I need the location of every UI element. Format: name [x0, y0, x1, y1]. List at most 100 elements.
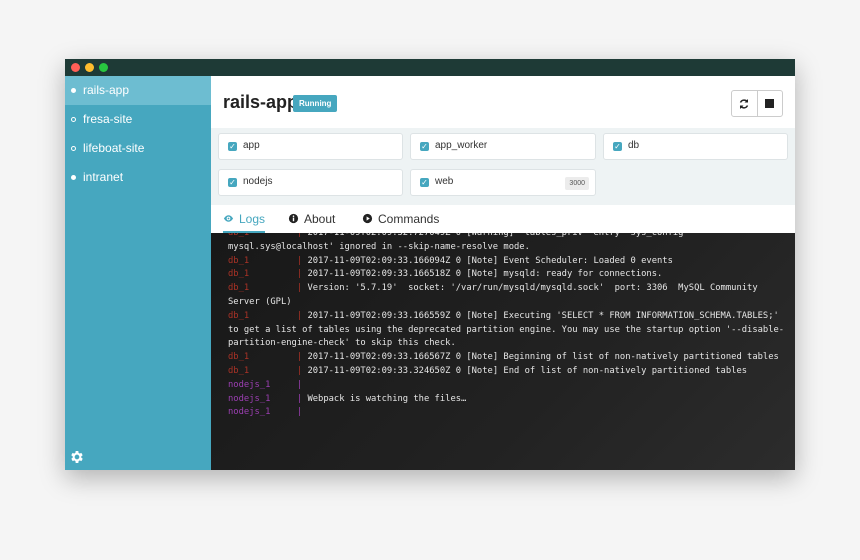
play-icon [362, 213, 373, 224]
log-separator: | [296, 283, 303, 294]
service-label: db [628, 140, 640, 151]
log-separator: | [296, 269, 303, 280]
checkbox-checked-icon[interactable]: ✓ [420, 142, 429, 151]
log-source: nodejs_1 [228, 379, 271, 390]
log-source: nodejs_1 [228, 393, 271, 404]
log-padding [249, 269, 297, 279]
log-message: 2017-11-09T02:09:33.324650Z 0 [Note] End… [307, 365, 748, 376]
log-separator: | [296, 365, 303, 376]
status-dot [71, 117, 76, 122]
log-padding [249, 256, 297, 266]
log-line: db_1 | 2017-11-09T02:09:32.727049Z 0 [Wa… [228, 233, 785, 255]
sidebar-item-lifeboat-site[interactable]: lifeboat-site [65, 134, 211, 163]
restart-icon [740, 98, 749, 109]
checkbox-checked-icon[interactable]: ✓ [613, 142, 622, 151]
status-dot [71, 146, 76, 151]
service-label: nodejs [243, 176, 273, 187]
service-label: app [243, 140, 260, 151]
log-separator: | [296, 233, 303, 238]
log-padding [270, 380, 296, 390]
close-window-button[interactable] [71, 63, 80, 72]
sidebar-item-label: fresa-site [83, 112, 133, 126]
checkbox-checked-icon[interactable]: ✓ [420, 178, 429, 187]
page-title: rails-app [223, 92, 299, 112]
log-message: 2017-11-09T02:09:33.166559Z 0 [Note] Exe… [228, 310, 785, 349]
log-line: nodejs_1 | Webpack is watching the files… [228, 393, 785, 407]
log-message: 2017-11-09T02:09:33.166518Z 0 [Note] mys… [307, 269, 663, 280]
log-source: db_1 [228, 310, 250, 321]
log-line: db_1 | 2017-11-09T02:09:33.324650Z 0 [No… [228, 365, 785, 379]
log-separator: | [296, 407, 303, 418]
log-separator: | [296, 255, 303, 266]
services-panel: ✓ app ✓ app_worker ✓ db ✓ nodejs ✓ web 3… [211, 128, 795, 205]
log-separator: | [296, 310, 303, 321]
header: rails-app Running [211, 76, 795, 128]
log-line: db_1 | 2017-11-09T02:09:33.166094Z 0 [No… [228, 255, 785, 269]
tab-label: Logs [239, 212, 266, 226]
sidebar-item-label: rails-app [83, 83, 130, 97]
service-db[interactable]: ✓ db [603, 133, 788, 160]
eye-icon [223, 215, 234, 222]
checkbox-checked-icon[interactable]: ✓ [228, 178, 237, 187]
log-source: db_1 [228, 255, 250, 266]
service-app-worker[interactable]: ✓ app_worker [410, 133, 596, 160]
log-padding [249, 352, 297, 362]
log-separator: | [296, 393, 303, 404]
log-separator: | [296, 352, 303, 363]
tab-label: Commands [378, 212, 440, 226]
log-padding [270, 394, 296, 404]
log-output[interactable]: db_1 | 2017-11-09T02:09:32.727049Z 0 [Wa… [211, 233, 795, 470]
tab-commands[interactable]: Commands [362, 205, 439, 233]
status-dot [71, 175, 76, 180]
checkbox-checked-icon[interactable]: ✓ [228, 142, 237, 151]
log-line: db_1 | Version: '5.7.19' socket: '/var/r… [228, 282, 785, 310]
status-dot [71, 88, 76, 93]
info-icon [288, 213, 299, 224]
log-separator: | [296, 379, 303, 390]
log-message: Version: '5.7.19' socket: '/var/run/mysq… [228, 283, 763, 307]
log-padding [249, 311, 297, 321]
log-source: db_1 [228, 233, 250, 238]
sidebar: rails-app fresa-site lifeboat-site intra… [65, 76, 211, 470]
minimize-window-button[interactable] [85, 63, 94, 72]
log-padding [249, 283, 297, 293]
sidebar-item-rails-app[interactable]: rails-app [65, 76, 211, 105]
log-message: Webpack is watching the files… [307, 393, 467, 404]
log-message: 2017-11-09T02:09:33.166094Z 0 [Note] Eve… [307, 255, 673, 266]
sidebar-item-label: intranet [83, 170, 124, 184]
log-source: db_1 [228, 365, 250, 376]
service-app[interactable]: ✓ app [218, 133, 403, 160]
action-buttons [731, 90, 783, 117]
restart-button[interactable] [732, 91, 757, 116]
tab-about[interactable]: About [288, 205, 335, 233]
sidebar-item-label: lifeboat-site [83, 141, 145, 155]
port-badge[interactable]: 3000 [565, 177, 589, 190]
app-window: rails-app fresa-site lifeboat-site intra… [65, 59, 795, 470]
log-line: nodejs_1 | [228, 379, 785, 393]
stop-icon [765, 99, 775, 108]
log-padding [270, 407, 296, 417]
service-web[interactable]: ✓ web 3000 [410, 169, 596, 196]
stop-button[interactable] [756, 91, 783, 116]
log-line: db_1 | 2017-11-09T02:09:33.166559Z 0 [No… [228, 310, 785, 351]
log-source: db_1 [228, 283, 250, 294]
tab-logs[interactable]: Logs [223, 205, 266, 233]
title-bar [65, 59, 795, 76]
main-panel: rails-app Running ✓ app ✓ app_worker ✓ d… [211, 76, 795, 470]
log-line: db_1 | 2017-11-09T02:09:33.166567Z 0 [No… [228, 351, 785, 365]
log-padding [249, 233, 297, 238]
log-source: nodejs_1 [228, 407, 271, 418]
service-label: web [435, 176, 454, 187]
sidebar-item-fresa-site[interactable]: fresa-site [65, 105, 211, 134]
log-line: nodejs_1 | [228, 406, 785, 420]
log-message: 2017-11-09T02:09:33.166567Z 0 [Note] Beg… [307, 352, 779, 363]
service-nodejs[interactable]: ✓ nodejs [218, 169, 403, 196]
service-label: app_worker [435, 140, 488, 151]
tab-label: About [304, 212, 336, 226]
maximize-window-button[interactable] [99, 63, 108, 72]
log-line: db_1 | 2017-11-09T02:09:33.166518Z 0 [No… [228, 268, 785, 282]
gear-icon[interactable] [69, 449, 85, 465]
log-source: db_1 [228, 269, 250, 280]
sidebar-item-intranet[interactable]: intranet [65, 163, 211, 192]
status-badge: Running [293, 95, 338, 112]
